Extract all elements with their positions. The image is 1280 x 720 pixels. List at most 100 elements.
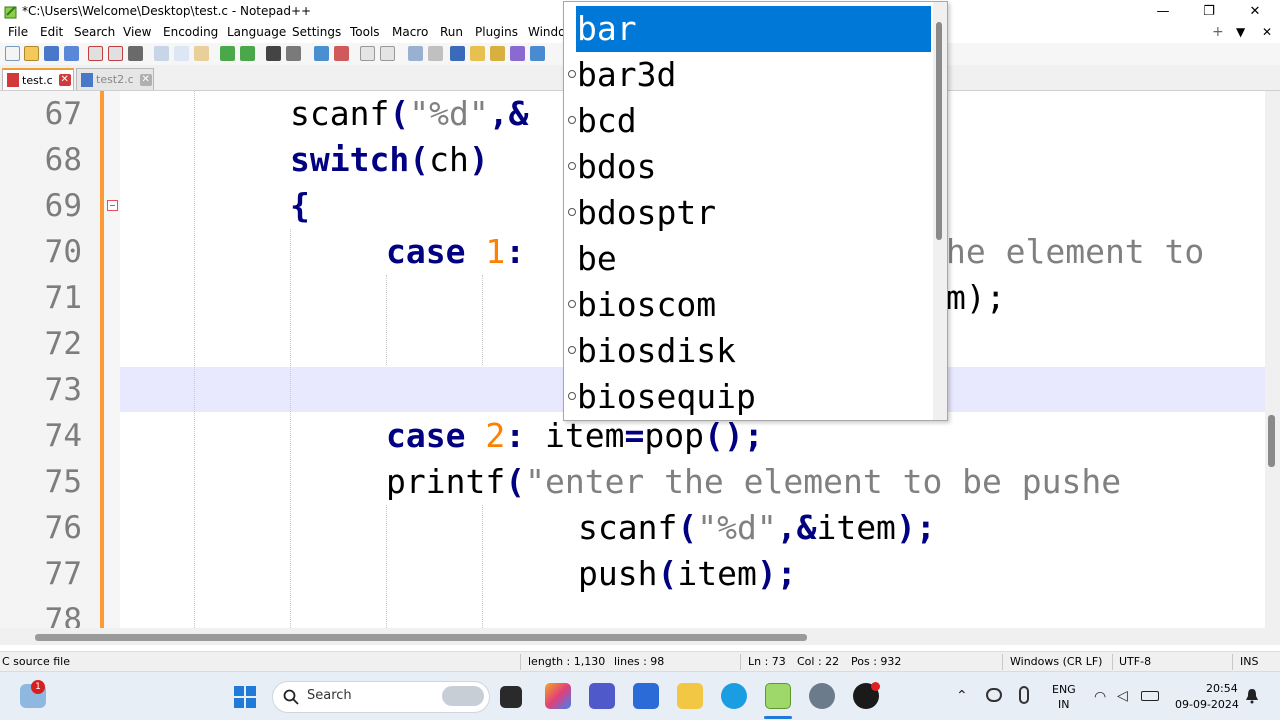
find-icon[interactable]	[266, 46, 281, 61]
close-document-icon[interactable]: ✕	[1262, 25, 1272, 39]
notification-bell-icon[interactable]	[1245, 688, 1259, 704]
function-icon	[568, 116, 576, 124]
menu-window[interactable]: Windo	[528, 25, 566, 39]
code-line-tail: he element to	[946, 232, 1205, 271]
copilot-icon[interactable]	[545, 683, 571, 709]
fold-collapse-icon[interactable]	[107, 200, 118, 211]
language-top[interactable]: ENG	[1052, 683, 1076, 696]
status-length: length : 1,130	[528, 655, 606, 668]
paste-icon[interactable]	[194, 46, 209, 61]
function-list-icon[interactable]	[510, 46, 525, 61]
menu-tools[interactable]: Tools	[350, 25, 380, 39]
menu-plugins[interactable]: Plugins	[475, 25, 518, 39]
chevron-up-icon[interactable]: ⌃	[956, 688, 968, 704]
vertical-scroll-thumb[interactable]	[1268, 415, 1275, 467]
tab-test-c[interactable]: test.c ✕	[2, 68, 74, 90]
menu-file[interactable]: File	[8, 25, 28, 39]
autocomplete-item[interactable]: biosequip	[568, 374, 931, 420]
close-icon[interactable]	[88, 46, 103, 61]
volume-icon[interactable]: ◁	[1117, 688, 1128, 704]
sync-horizontal-icon[interactable]	[380, 46, 395, 61]
battery-icon[interactable]	[1141, 691, 1159, 701]
user-language-icon[interactable]	[470, 46, 485, 61]
zoom-out-icon[interactable]	[334, 46, 349, 61]
menu-language[interactable]: Language	[227, 25, 286, 39]
autocomplete-item[interactable]: bioscom	[568, 282, 931, 328]
autocomplete-item[interactable]: bar	[576, 6, 931, 52]
autocomplete-item[interactable]: bar3d	[568, 52, 931, 98]
notepadpp-icon	[4, 4, 18, 19]
language-bottom[interactable]: IN	[1058, 698, 1069, 711]
tab-test2-c[interactable]: test2.c ✕	[76, 68, 154, 90]
line-number: 73	[44, 372, 82, 408]
new-tab-plus-icon[interactable]: +	[1212, 24, 1224, 40]
redo-icon[interactable]	[240, 46, 255, 61]
code-line-tail: m);	[946, 278, 1006, 317]
sync-vertical-icon[interactable]	[360, 46, 375, 61]
word-wrap-icon[interactable]	[408, 46, 423, 61]
tab-close-icon[interactable]: ✕	[139, 73, 152, 86]
line-number: 77	[44, 556, 82, 592]
indent-guide-icon[interactable]	[450, 46, 465, 61]
copy-icon[interactable]	[174, 46, 189, 61]
autocomplete-scroll-thumb[interactable]	[936, 22, 942, 240]
open-file-icon[interactable]	[24, 46, 39, 61]
edge-browser-icon[interactable]	[721, 683, 747, 709]
menu-macro[interactable]: Macro	[392, 25, 428, 39]
restore-button[interactable]: ❐	[1186, 0, 1232, 23]
document-map-icon[interactable]	[490, 46, 505, 61]
close-button[interactable]: ✕	[1232, 0, 1278, 23]
vertical-scrollbar[interactable]	[1265, 91, 1280, 628]
line-number: 78	[44, 602, 82, 628]
show-all-chars-icon[interactable]	[428, 46, 443, 61]
autocomplete-item[interactable]: bcd	[568, 98, 931, 144]
menu-settings[interactable]: Settings	[292, 25, 341, 39]
print-icon[interactable]	[128, 46, 143, 61]
zoom-in-icon[interactable]	[314, 46, 329, 61]
autocomplete-item[interactable]: bdosptr	[568, 190, 931, 236]
search-icon	[283, 689, 299, 705]
function-icon	[568, 300, 576, 308]
wifi-icon[interactable]: ◠	[1094, 689, 1106, 705]
status-bar: C source file length : 1,130 lines : 98 …	[0, 651, 1280, 671]
new-file-icon[interactable]	[5, 46, 20, 61]
status-file-type: C source file	[2, 655, 70, 668]
cut-icon[interactable]	[154, 46, 169, 61]
horizontal-scroll-thumb[interactable]	[35, 634, 807, 641]
folder-workspace-icon[interactable]	[530, 46, 545, 61]
settings-gear-icon[interactable]	[809, 683, 835, 709]
autocomplete-popup[interactable]: bar bar3d bcd bdos bdosptr be bioscom bi…	[563, 1, 948, 421]
tab-close-icon[interactable]: ✕	[58, 74, 71, 86]
autocomplete-item[interactable]: bdos	[568, 144, 931, 190]
recording-dot-icon	[871, 682, 880, 691]
tab-list-dropdown-icon[interactable]: ▼	[1236, 25, 1245, 39]
menu-search[interactable]: Search	[74, 25, 115, 39]
status-lines: lines : 98	[614, 655, 665, 668]
code-line: scanf("%d",&	[290, 94, 529, 133]
file-explorer-icon[interactable]	[677, 683, 703, 709]
save-all-icon[interactable]	[64, 46, 79, 61]
menu-edit[interactable]: Edit	[40, 25, 63, 39]
replace-icon[interactable]	[286, 46, 301, 61]
microsoft-store-icon[interactable]	[633, 683, 659, 709]
teams-icon[interactable]	[589, 683, 615, 709]
task-view-icon[interactable]	[500, 686, 522, 708]
clock-date[interactable]: 09-09-2024	[1175, 698, 1239, 711]
clock-time[interactable]: 20:54	[1206, 682, 1238, 695]
save-icon[interactable]	[44, 46, 59, 61]
menu-encoding[interactable]: Encoding	[163, 25, 218, 39]
autocomplete-item[interactable]: biosdisk	[568, 328, 931, 374]
menu-view[interactable]: View	[123, 25, 151, 39]
indent-guide	[386, 275, 387, 365]
menu-run[interactable]: Run	[440, 25, 463, 39]
autocomplete-item[interactable]: be	[576, 236, 931, 282]
minimize-button[interactable]: —	[1140, 0, 1186, 23]
fold-margin	[104, 91, 120, 628]
function-icon	[568, 208, 576, 216]
close-all-icon[interactable]	[108, 46, 123, 61]
windows-start-icon[interactable]	[233, 685, 257, 709]
notepadpp-taskbar-icon[interactable]	[765, 683, 791, 709]
onedrive-icon[interactable]	[986, 688, 1002, 702]
undo-icon[interactable]	[220, 46, 235, 61]
microphone-icon[interactable]	[1019, 686, 1029, 704]
